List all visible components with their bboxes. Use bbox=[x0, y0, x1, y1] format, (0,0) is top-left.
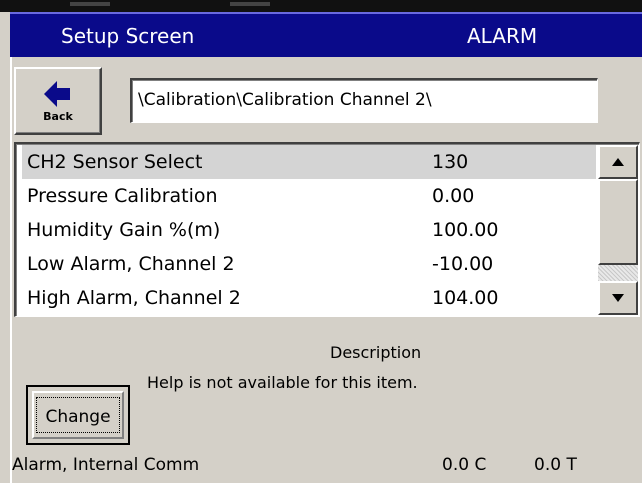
setting-name: Humidity Gain %(m) bbox=[27, 219, 221, 241]
setting-name: High Alarm, Channel 2 bbox=[27, 287, 241, 309]
scroll-up-button[interactable] bbox=[598, 145, 638, 179]
description-heading: Description bbox=[330, 343, 422, 362]
back-button-label: Back bbox=[43, 110, 73, 123]
list-item[interactable]: CH2 Sensor Select 130 bbox=[22, 145, 596, 179]
change-button-label: Change bbox=[45, 407, 111, 427]
list-item[interactable]: High Alarm, Channel 2 104.00 bbox=[22, 281, 596, 315]
list-item[interactable]: Pressure Calibration 0.00 bbox=[22, 179, 596, 213]
back-button[interactable]: Back bbox=[14, 67, 102, 135]
setting-name: Low Alarm, Channel 2 bbox=[27, 253, 235, 275]
top-strip-mark bbox=[70, 2, 110, 6]
left-arrow-icon bbox=[44, 81, 70, 107]
setting-name: CH2 Sensor Select bbox=[27, 151, 203, 173]
list-scrollbar[interactable] bbox=[598, 145, 638, 315]
title-bar: Setup Screen ALARM bbox=[10, 12, 642, 57]
setting-value: 130 bbox=[432, 151, 469, 173]
settings-list[interactable]: CH2 Sensor Select 130 Pressure Calibrati… bbox=[14, 142, 640, 317]
status-value: 0.0 T bbox=[534, 455, 577, 475]
scroll-down-button[interactable] bbox=[598, 281, 638, 315]
scroll-thumb[interactable] bbox=[598, 179, 638, 265]
list-item[interactable]: Humidity Gain %(m) 100.00 bbox=[22, 213, 596, 247]
change-button[interactable]: Change bbox=[26, 385, 130, 445]
list-item[interactable]: Low Alarm, Channel 2 -10.00 bbox=[22, 247, 596, 281]
top-strip bbox=[0, 0, 642, 12]
setting-name: Pressure Calibration bbox=[27, 185, 218, 207]
help-text: Help is not available for this item. bbox=[147, 373, 418, 392]
setting-value: 100.00 bbox=[432, 219, 499, 241]
status-temperature: 0.0 C bbox=[442, 455, 487, 475]
alarm-mode-label: ALARM bbox=[467, 24, 538, 48]
up-triangle-icon bbox=[612, 158, 624, 166]
setting-value: 104.00 bbox=[432, 287, 499, 309]
setting-value: 0.00 bbox=[432, 185, 475, 207]
top-strip-mark bbox=[230, 2, 270, 6]
path-field: \Calibration\Calibration Channel 2\ bbox=[130, 78, 598, 123]
down-triangle-icon bbox=[612, 294, 624, 302]
setting-value: -10.00 bbox=[432, 253, 494, 275]
screen-title: Setup Screen bbox=[61, 24, 195, 48]
status-message: Alarm, Internal Comm bbox=[12, 455, 200, 475]
